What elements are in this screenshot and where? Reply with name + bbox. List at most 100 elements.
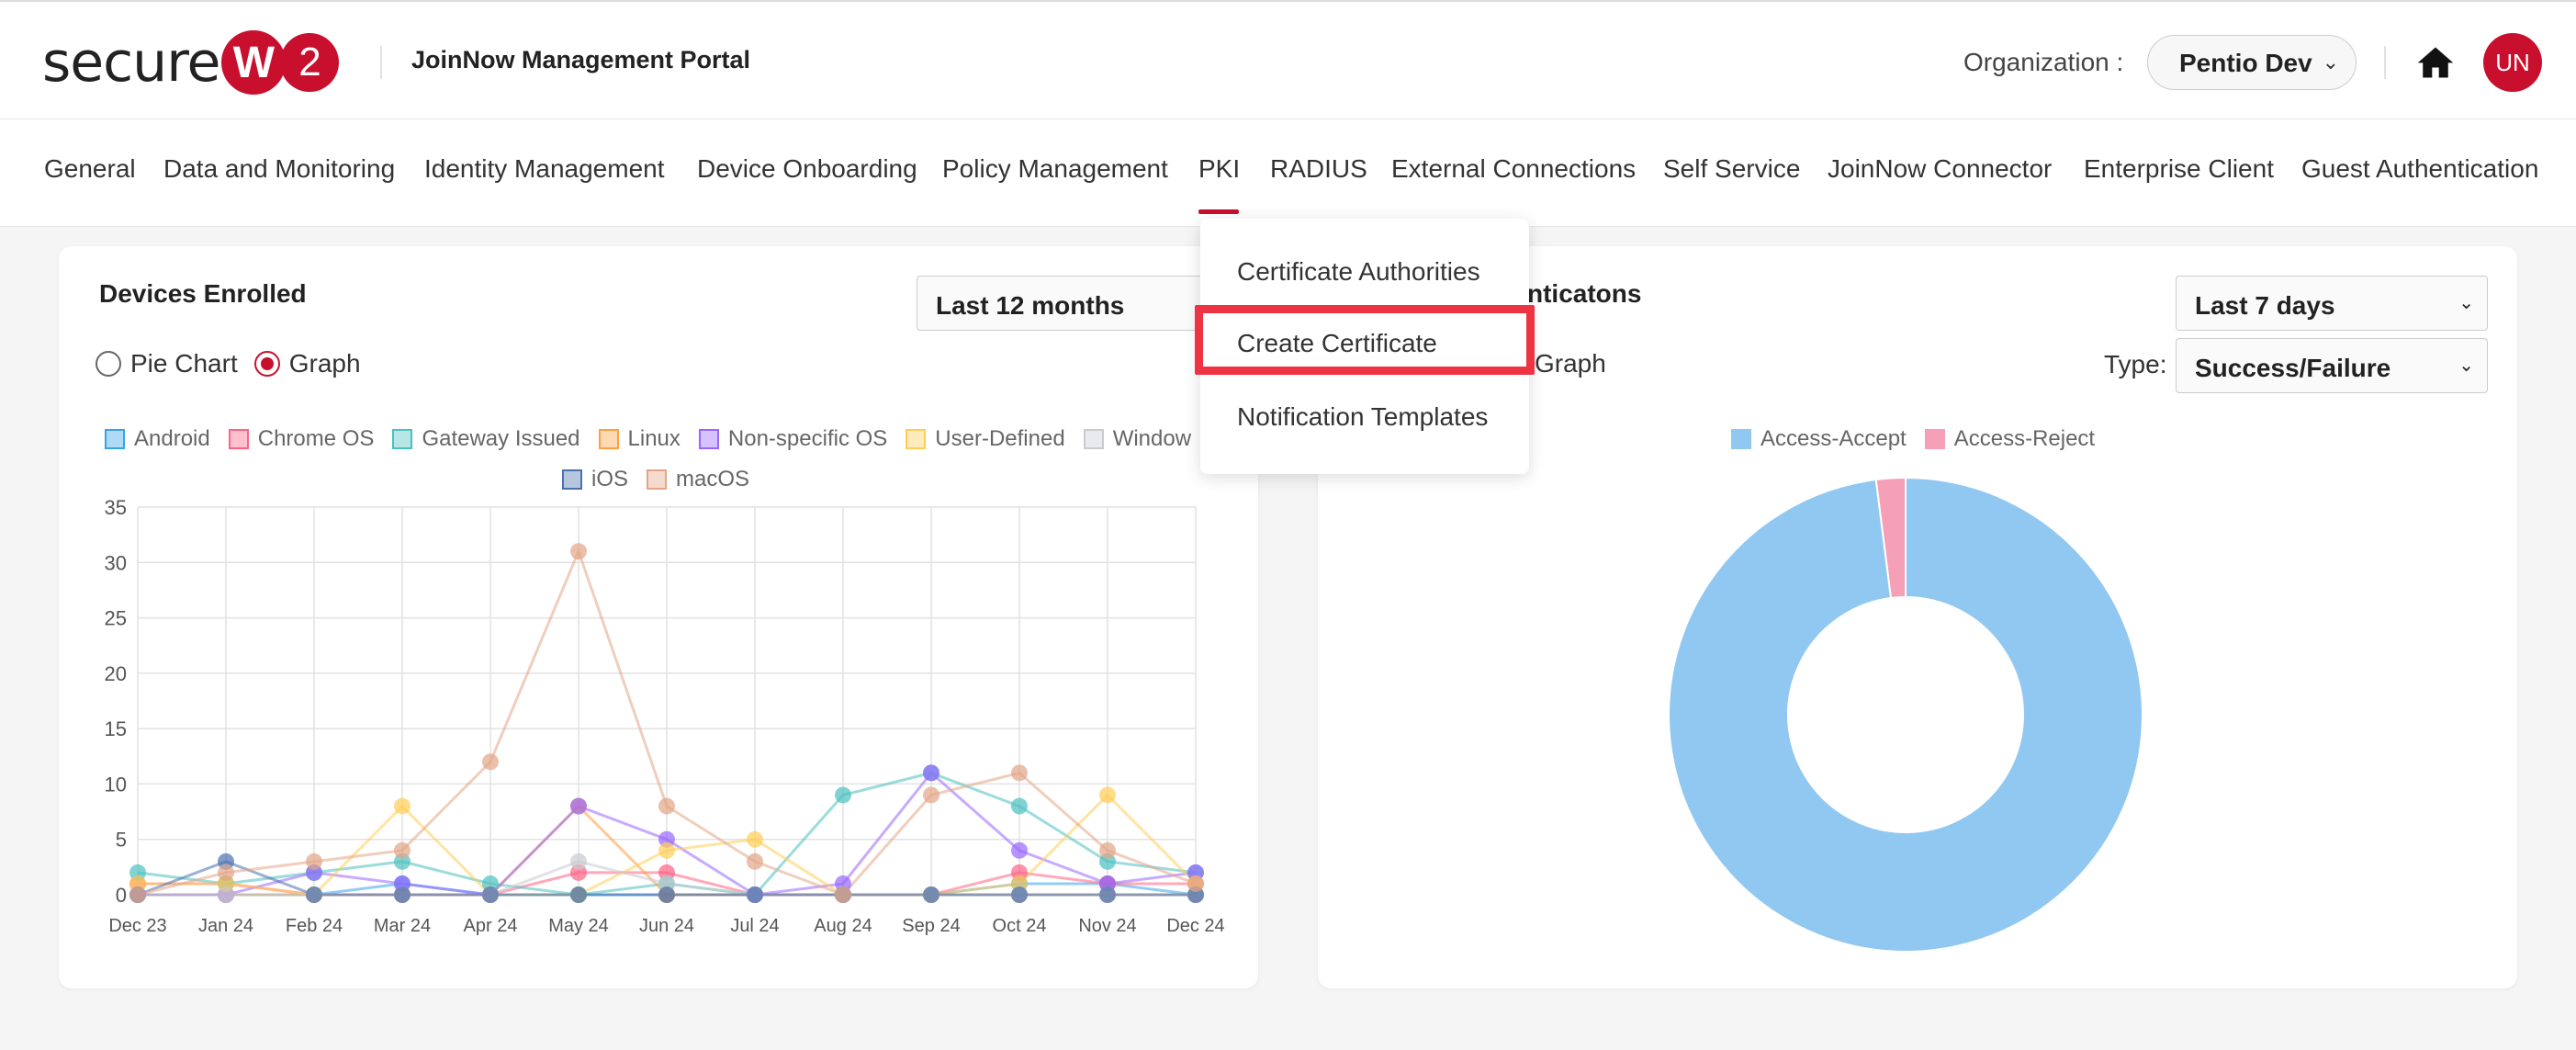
nav-device-onboarding[interactable]: Device Onboarding xyxy=(697,154,917,184)
auth-legend-row: Access-Accept Access-Reject xyxy=(1731,426,2113,452)
nav-radius[interactable]: RADIUS xyxy=(1270,154,1367,184)
data-point xyxy=(1011,841,1028,859)
data-point xyxy=(1011,797,1028,815)
legend-non-specific-os[interactable]: Non-specific OS xyxy=(698,426,887,452)
x-tick-label: Jan 24 xyxy=(198,916,253,935)
logo-text: secure xyxy=(42,30,220,95)
y-tick-label: 35 xyxy=(105,496,127,519)
y-tick-label: 20 xyxy=(105,662,127,685)
devices-legend-row-2: iOS macOS xyxy=(562,467,768,492)
pki-dropdown-menu: Certificate Authorities Create Certifica… xyxy=(1195,219,1535,474)
devices-enrolled-title: Devices Enrolled xyxy=(99,279,307,308)
main-nav: General Data and Monitoring Identity Man… xyxy=(0,119,2576,227)
menu-certificate-authorities[interactable]: Certificate Authorities xyxy=(1237,257,1480,287)
data-point xyxy=(129,886,146,903)
legend-chrome-os[interactable]: Chrome OS xyxy=(228,426,374,452)
auth-type-value: Success/Failure xyxy=(2195,354,2391,382)
radio-graph[interactable] xyxy=(253,351,280,377)
data-point xyxy=(218,864,234,881)
legend-linux[interactable]: Linux xyxy=(598,426,681,452)
nav-data-and-monitoring[interactable]: Data and Monitoring xyxy=(163,154,395,184)
x-tick-label: Dec 23 xyxy=(108,916,166,935)
logo-2-badge: 2 xyxy=(280,33,340,92)
x-tick-label: Aug 24 xyxy=(814,916,872,935)
data-point xyxy=(747,886,763,903)
organization-select[interactable]: Pentio Dev ⌄ xyxy=(2147,35,2357,90)
data-point xyxy=(923,764,939,782)
securew2-logo[interactable]: secure W 2 xyxy=(42,26,340,99)
x-tick-label: Sep 24 xyxy=(902,916,960,935)
header-divider-2 xyxy=(2384,46,2386,79)
data-point xyxy=(1099,786,1116,804)
auth-range-select[interactable]: Last 7 days ⌄ xyxy=(2176,276,2488,331)
auth-view-toggle: Graph xyxy=(1535,349,1606,378)
data-point xyxy=(1099,886,1116,903)
chevron-down-icon: ⌄ xyxy=(2458,293,2474,313)
data-point xyxy=(1011,886,1028,903)
top-bar: secure W 2 JoinNow Management Portal Org… xyxy=(0,0,2576,119)
data-point xyxy=(306,852,322,870)
home-icon[interactable] xyxy=(2415,42,2456,83)
data-point xyxy=(835,786,851,804)
data-point xyxy=(394,797,411,815)
x-tick-label: Dec 24 xyxy=(1166,916,1224,935)
y-tick-label: 10 xyxy=(105,773,127,796)
data-point xyxy=(570,543,587,560)
data-point xyxy=(1099,841,1116,859)
nav-general[interactable]: General xyxy=(44,154,136,184)
data-point xyxy=(482,753,499,771)
x-tick-label: Oct 24 xyxy=(993,916,1047,935)
x-tick-label: Apr 24 xyxy=(464,916,518,935)
organization-label: Organization : xyxy=(1963,48,2124,76)
radio-graph-label: Graph xyxy=(288,349,361,378)
menu-notification-templates[interactable]: Notification Templates xyxy=(1237,402,1488,432)
data-point xyxy=(835,886,851,903)
data-point xyxy=(747,852,763,870)
x-tick-label: Feb 24 xyxy=(286,916,343,935)
donut-slice[interactable] xyxy=(1668,476,2143,953)
y-tick-label: 30 xyxy=(105,551,127,574)
legend-android[interactable]: Android xyxy=(105,426,210,452)
devices-enrolled-card: Devices Enrolled Last 12 months Pie Char… xyxy=(59,246,1258,988)
auth-type-label: Type: xyxy=(2104,350,2167,378)
x-tick-label: Jun 24 xyxy=(639,916,694,935)
data-point xyxy=(658,797,675,815)
legend-user-defined[interactable]: User-Defined xyxy=(906,426,1065,452)
nav-enterprise-client[interactable]: Enterprise Client xyxy=(2084,154,2274,184)
auth-radio-graph-label[interactable]: Graph xyxy=(1535,349,1606,378)
legend-access-accept[interactable]: Access-Accept xyxy=(1731,426,1907,452)
data-point xyxy=(658,886,675,903)
legend-macos[interactable]: macOS xyxy=(647,467,749,492)
chevron-down-icon: ⌄ xyxy=(2458,356,2474,376)
auth-type-select[interactable]: Success/Failure ⌄ xyxy=(2176,338,2488,393)
nav-policy-management[interactable]: Policy Management xyxy=(942,154,1168,184)
y-tick-label: 5 xyxy=(116,829,127,852)
data-point xyxy=(306,886,322,903)
y-tick-label: 15 xyxy=(105,717,127,740)
devices-range-value: Last 12 months xyxy=(936,291,1125,320)
data-point xyxy=(570,886,587,903)
legend-window[interactable]: Window xyxy=(1083,426,1191,452)
portal-title: JoinNow Management Portal xyxy=(411,46,751,73)
legend-gateway-issued[interactable]: Gateway Issued xyxy=(392,426,580,452)
chevron-down-icon: ⌄ xyxy=(2322,51,2339,73)
user-avatar[interactable]: UN xyxy=(2483,33,2542,92)
nav-self-service[interactable]: Self Service xyxy=(1663,154,1800,184)
nav-external-connections[interactable]: External Connections xyxy=(1391,154,1636,184)
data-point xyxy=(570,852,587,870)
x-tick-label: Nov 24 xyxy=(1078,916,1136,935)
nav-guest-authentication[interactable]: Guest Authentication xyxy=(2301,154,2538,184)
legend-ios[interactable]: iOS xyxy=(562,467,628,492)
devices-legend-row-1: Android Chrome OS Gateway Issued Linux N… xyxy=(105,426,1209,452)
auth-donut-chart xyxy=(1668,476,2143,953)
create-certificate-highlight xyxy=(1195,305,1535,375)
radio-pie-chart[interactable] xyxy=(96,351,121,377)
nav-identity-management[interactable]: Identity Management xyxy=(424,154,665,184)
organization-value: Pentio Dev xyxy=(2179,49,2312,77)
nav-joinnow-connector[interactable]: JoinNow Connector xyxy=(1828,154,2052,184)
nav-pki[interactable]: PKI xyxy=(1198,154,1240,184)
devices-view-toggle: Pie Chart Graph xyxy=(96,349,361,378)
data-point xyxy=(218,886,234,903)
legend-access-reject[interactable]: Access-Reject xyxy=(1924,426,2095,452)
data-point xyxy=(747,830,763,848)
